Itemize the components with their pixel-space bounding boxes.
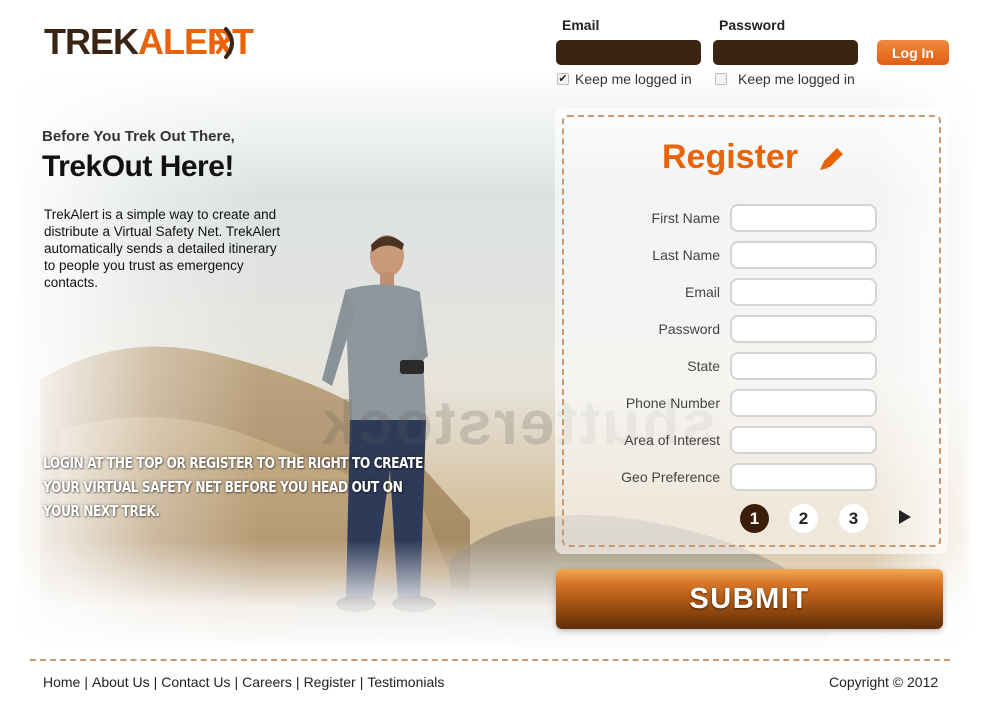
register-state-input[interactable] (730, 352, 877, 380)
register-first-name-input[interactable] (730, 204, 877, 232)
register-password-input[interactable] (730, 315, 877, 343)
login-button[interactable]: Log In (877, 40, 949, 65)
register-area-of-interest-input[interactable] (730, 426, 877, 454)
register-title: Register (662, 138, 799, 176)
intro-cta: Login at the top or register to the righ… (43, 454, 423, 520)
intro-description: TrekAlert is a simple way to create and … (44, 207, 281, 290)
checkbox-unchecked[interactable] (715, 73, 727, 85)
pencil-icon (820, 148, 843, 170)
login-password-input[interactable] (713, 40, 858, 65)
signal-waves-icon (216, 27, 234, 59)
page-3-button[interactable]: 3 (839, 504, 868, 533)
copyright-text: Copyright © 2012 (829, 674, 939, 690)
field-label: Last Name (652, 247, 720, 263)
page-2-button[interactable]: 2 (789, 504, 818, 533)
footer-link-testimonials[interactable]: Testimonials (367, 674, 444, 690)
keep-logged-in-label: Keep me logged in (575, 71, 692, 87)
footer-divider (30, 659, 950, 661)
field-label: State (687, 358, 720, 374)
field-label: Password (658, 321, 720, 337)
checkbox-checked[interactable]: ✔ (557, 73, 569, 85)
footer-link-about[interactable]: About Us (92, 674, 150, 690)
field-label: Phone Number (625, 395, 720, 411)
logo-trek-text: TREK (44, 21, 139, 62)
field-label: Geo Preference (621, 469, 720, 485)
intro-pre-title: Before You Trek Out There, (42, 128, 235, 145)
password-label: Password (719, 17, 786, 33)
keep-logged-in-right[interactable]: Keep me logged in (715, 71, 855, 87)
footer-link-contact[interactable]: Contact Us (161, 674, 230, 690)
footer-link-register[interactable]: Register (304, 674, 356, 690)
intro-title: TrekOut Here! (42, 150, 234, 183)
login-email-input[interactable] (556, 40, 701, 65)
register-last-name-input[interactable] (730, 241, 877, 269)
next-page-icon[interactable] (899, 510, 911, 524)
keep-logged-in-label: Keep me logged in (738, 71, 855, 87)
footer-link-home[interactable]: Home (43, 674, 80, 690)
register-phone-number-input[interactable] (730, 389, 877, 417)
submit-button[interactable]: SUBMIT (556, 569, 943, 629)
field-label: Email (684, 284, 720, 300)
register-email-input[interactable] (730, 278, 877, 306)
email-label: Email (562, 17, 600, 33)
register-geo-preference-input[interactable] (730, 463, 877, 491)
footer-nav: Home | About Us | Contact Us | Careers | Registe… (43, 674, 445, 690)
page-1-button[interactable]: 1 (740, 504, 769, 533)
field-label: First Name (651, 210, 720, 226)
field-label: Area of Interest (624, 432, 720, 448)
keep-logged-in-left[interactable]: ✔ Keep me logged in (557, 71, 692, 87)
footer-link-careers[interactable]: Careers (242, 674, 292, 690)
